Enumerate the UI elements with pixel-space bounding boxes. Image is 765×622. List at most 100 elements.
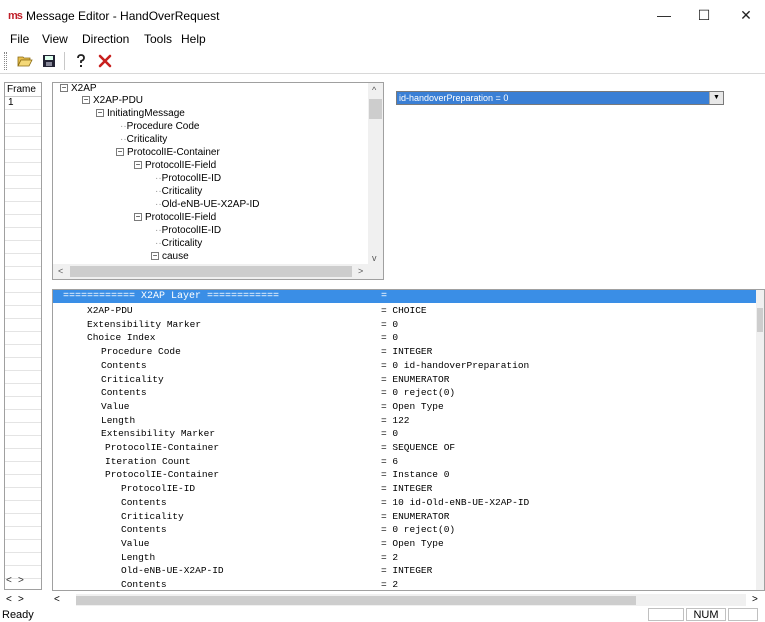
detail-row[interactable]: Contents = 2 [53, 579, 753, 590]
scroll-left-icon[interactable]: < [6, 594, 12, 605]
tree-vertical-scrollbar[interactable]: ^ v [368, 83, 383, 266]
tree-node[interactable]: − ProtocolIE-Field [134, 160, 216, 171]
menu-tools[interactable]: Tools [144, 32, 172, 46]
decode-detail-view[interactable]: ============ X2AP Layer ============ = X… [52, 289, 765, 591]
tree-node[interactable]: − cause [151, 251, 189, 262]
toolbar-grip[interactable] [4, 52, 7, 70]
detail-row[interactable]: ProtocolIE-Container = SEQUENCE OF [53, 442, 753, 455]
tree-node[interactable]: ··ProtocolIE-ID [155, 225, 221, 236]
maximize-button[interactable]: ☐ [686, 4, 722, 26]
menu-view[interactable]: View [42, 32, 68, 46]
detail-row[interactable]: Contents = 0 id-handoverPreparation [53, 360, 753, 373]
tree-node[interactable]: − X2AP-PDU [82, 95, 143, 106]
value-select-current[interactable]: id-handoverPreparation = 0 [397, 92, 709, 104]
help-icon[interactable] [70, 51, 92, 71]
save-icon[interactable] [38, 51, 60, 71]
tree-node[interactable]: − InitiatingMessage [96, 108, 185, 119]
scroll-thumb[interactable] [369, 99, 382, 119]
detail-field-value: = ENUMERATOR [381, 510, 450, 522]
scroll-left-icon[interactable]: < [6, 575, 12, 586]
frame-list[interactable]: Frame 1 [4, 82, 42, 590]
collapse-icon[interactable]: − [116, 148, 124, 157]
tree-horizontal-scrollbar[interactable]: < > [53, 264, 383, 279]
tree-node[interactable]: − ProtocolIE-Field [134, 212, 216, 223]
scroll-down-icon[interactable]: v [372, 253, 377, 263]
scroll-thumb[interactable] [757, 308, 763, 332]
detail-field-value: = CHOICE [381, 305, 427, 316]
menu-file[interactable]: File [10, 32, 29, 46]
detail-row[interactable]: Contents = 10 id-Old-eNB-UE-X2AP-ID [53, 497, 753, 510]
detail-field-name: Contents [121, 496, 167, 508]
menu-bar: File View Direction Tools Help [0, 30, 765, 48]
detail-field-value: = 2 [381, 579, 399, 590]
detail-row[interactable]: Value = Open Type [53, 401, 753, 414]
collapse-icon[interactable]: − [82, 96, 90, 105]
tree-node[interactable]: ··Criticality [155, 186, 202, 197]
detail-row[interactable]: Value = Open Type [53, 538, 753, 551]
scroll-thumb[interactable] [70, 266, 352, 277]
detail-field-value: = Open Type [381, 537, 444, 549]
tree-node[interactable]: ··ProtocolIE-ID [155, 173, 221, 184]
detail-row[interactable]: Extensibility Marker = 0 [53, 428, 753, 441]
close-button[interactable]: ✕ [728, 4, 764, 26]
frame-empty-rows [5, 111, 41, 581]
detail-row[interactable]: ProtocolIE-Container = Instance 0 [53, 469, 753, 482]
collapse-icon[interactable]: − [134, 161, 142, 170]
detail-row[interactable]: X2AP-PDU = CHOICE [53, 305, 753, 318]
detail-row[interactable]: Length = 122 [53, 415, 753, 428]
detail-vertical-scrollbar[interactable] [756, 290, 764, 590]
title-bar: ms Message Editor - HandOverRequest — ☐ … [0, 0, 765, 30]
frame-scroll-arrows[interactable]: < > [4, 575, 42, 589]
scroll-up-icon[interactable]: ^ [372, 85, 376, 95]
detail-row[interactable]: Iteration Count = 6 [53, 456, 753, 469]
detail-row[interactable]: Extensibility Marker = 0 [53, 319, 753, 332]
detail-field-value: = 0 reject(0) [381, 524, 456, 536]
delete-x-icon[interactable] [94, 51, 116, 71]
detail-row[interactable]: Procedure Code = INTEGER [53, 346, 753, 359]
tree-node[interactable]: − X2AP [60, 83, 97, 94]
scroll-right-icon[interactable]: > [18, 575, 24, 586]
window-title: Message Editor - HandOverRequest [26, 9, 220, 23]
chevron-down-icon[interactable]: ▼ [709, 92, 723, 104]
scroll-right-icon[interactable]: > [752, 594, 758, 605]
tree-node[interactable]: ··Old-eNB-UE-X2AP-ID [155, 199, 259, 210]
detail-row[interactable]: ProtocolIE-ID = INTEGER [53, 483, 753, 496]
scroll-left-icon[interactable]: < [58, 266, 63, 276]
menu-help[interactable]: Help [181, 32, 206, 46]
minimize-button[interactable]: — [646, 4, 682, 26]
tree-node[interactable]: ··Criticality [155, 238, 202, 249]
detail-row[interactable]: Contents = 0 reject(0) [53, 387, 753, 400]
scroll-thumb[interactable] [76, 596, 636, 605]
detail-row[interactable]: Criticality = ENUMERATOR [53, 511, 753, 524]
collapse-icon[interactable]: − [60, 84, 68, 93]
frame-column-header: Frame [5, 83, 41, 97]
detail-field-value: = 0 [381, 332, 399, 344]
scroll-left-icon[interactable]: < [54, 594, 60, 605]
detail-row[interactable]: Length = 2 [53, 552, 753, 565]
layer-header-row[interactable]: ============ X2AP Layer ============ = [53, 290, 759, 303]
status-pane-empty [728, 608, 758, 621]
collapse-icon[interactable]: − [151, 252, 159, 261]
collapse-icon[interactable]: − [96, 109, 104, 118]
detail-field-value: = Open Type [381, 400, 444, 412]
message-tree[interactable]: − X2AP − X2AP-PDU − InitiatingMessage ··Pro… [52, 82, 384, 280]
scroll-right-icon[interactable]: > [18, 594, 24, 605]
detail-row[interactable]: Old-eNB-UE-X2AP-ID = INTEGER [53, 565, 753, 578]
detail-field-value: = INTEGER [381, 346, 433, 358]
folder-open-icon[interactable] [14, 51, 36, 71]
detail-row[interactable]: Criticality = ENUMERATOR [53, 374, 753, 387]
detail-row[interactable]: Choice Index = 0 [53, 332, 753, 345]
bottom-horizontal-scrollbar[interactable]: < > < > [4, 594, 765, 606]
detail-field-value: = 0 [381, 428, 399, 440]
detail-field-value: = 0 reject(0) [381, 387, 456, 399]
detail-row[interactable]: Contents = 0 reject(0) [53, 524, 753, 537]
menu-direction[interactable]: Direction [82, 32, 129, 46]
scroll-right-icon[interactable]: > [358, 266, 363, 276]
scroll-track[interactable] [76, 594, 746, 606]
value-select[interactable]: id-handoverPreparation = 0 ▼ [396, 91, 724, 105]
tree-node[interactable]: − ProtocolIE-Container [116, 147, 220, 158]
tree-node[interactable]: ··Procedure Code [120, 121, 200, 132]
collapse-icon[interactable]: − [134, 213, 142, 222]
tree-node[interactable]: ··Criticality [120, 134, 167, 145]
frame-row[interactable]: 1 [5, 97, 41, 110]
